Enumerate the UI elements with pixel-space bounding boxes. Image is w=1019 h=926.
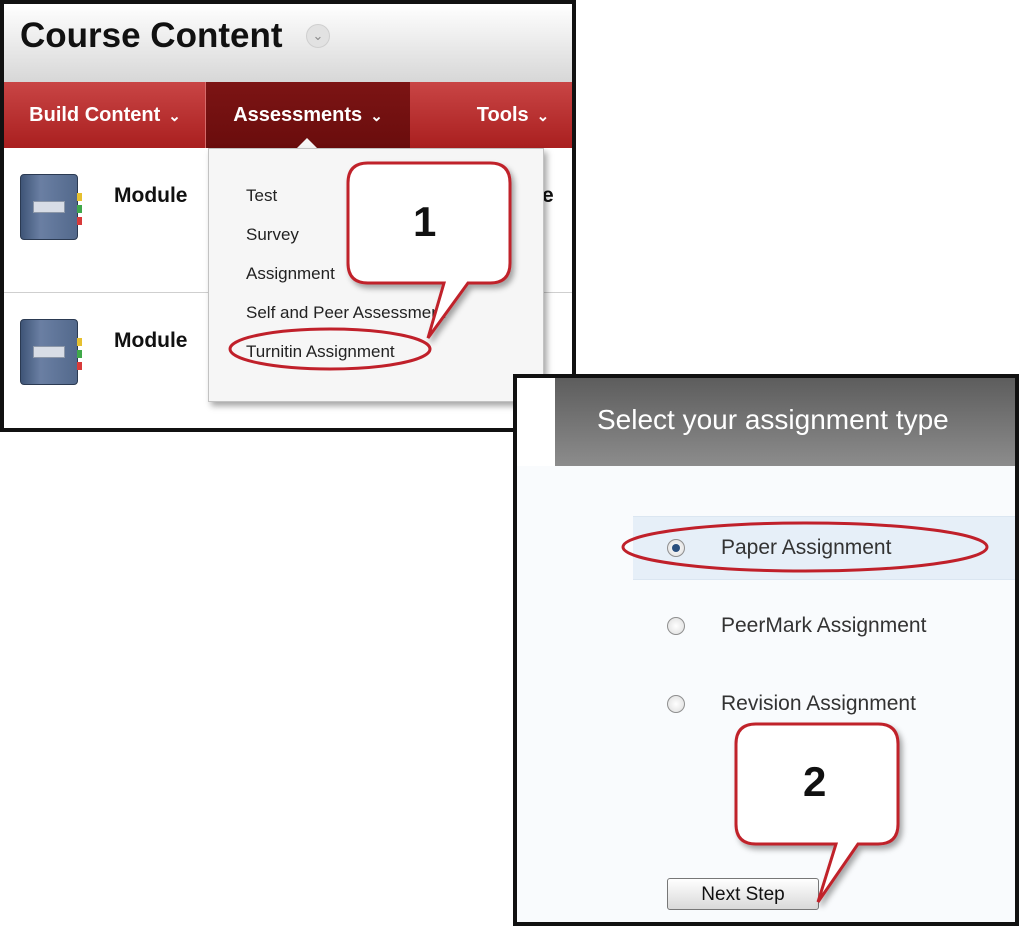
menu-item-turnitin-assignment[interactable]: Turnitin Assignment — [246, 342, 395, 362]
module-title[interactable]: Module — [114, 184, 188, 208]
assignment-type-options: Paper Assignment PeerMark Assignment Rev… — [517, 466, 1015, 922]
assessments-dropdown: Test Survey Assignment Self and Peer Ass… — [208, 148, 544, 402]
panel-title: Select your assignment type — [597, 404, 949, 435]
revision-assignment-label[interactable]: Revision Assignment — [721, 692, 916, 716]
peermark-assignment-label[interactable]: PeerMark Assignment — [721, 614, 926, 638]
chevron-down-icon[interactable]: ⌄ — [306, 24, 330, 48]
page-title: Course Content — [20, 16, 283, 55]
paper-assignment-radio[interactable] — [667, 539, 685, 557]
tools-label: Tools — [476, 104, 529, 126]
course-content-panel: Course Content ⌄ Build Content ⌄ Assessme… — [0, 0, 576, 432]
course-content-header: Course Content ⌄ — [4, 4, 572, 83]
menu-item-assignment[interactable]: Assignment — [246, 264, 335, 284]
menu-item-survey[interactable]: Survey — [246, 225, 299, 245]
tools-menu[interactable]: Tools ⌄ — [410, 82, 572, 148]
assessments-label: Assessments — [233, 104, 363, 126]
build-content-menu[interactable]: Build Content ⌄ — [4, 82, 206, 148]
next-step-button[interactable]: Next Step — [667, 878, 819, 910]
notebook-icon — [20, 174, 82, 240]
assignment-type-header: Select your assignment type — [555, 378, 1015, 466]
paper-assignment-label[interactable]: Paper Assignment — [721, 536, 891, 560]
chevron-down-icon: ⌄ — [536, 108, 550, 125]
callout-1-number: 1 — [413, 198, 437, 245]
build-content-label: Build Content — [29, 104, 161, 126]
menu-item-test[interactable]: Test — [246, 186, 277, 206]
chevron-down-icon: ⌄ — [370, 108, 383, 125]
revision-assignment-radio[interactable] — [667, 695, 685, 713]
module-title[interactable]: Module — [114, 329, 188, 353]
action-menubar: Build Content ⌄ Assessments ⌄ Tools ⌄ — [4, 82, 572, 148]
notebook-icon — [20, 319, 82, 385]
menu-item-self-and-peer-assessment[interactable]: Self and Peer Assessment — [246, 303, 445, 323]
assignment-type-panel: Select your assignment type Paper Assign… — [513, 374, 1019, 926]
chevron-down-icon: ⌄ — [168, 108, 181, 125]
peermark-assignment-radio[interactable] — [667, 617, 685, 635]
callout-2-number: 2 — [803, 758, 827, 805]
